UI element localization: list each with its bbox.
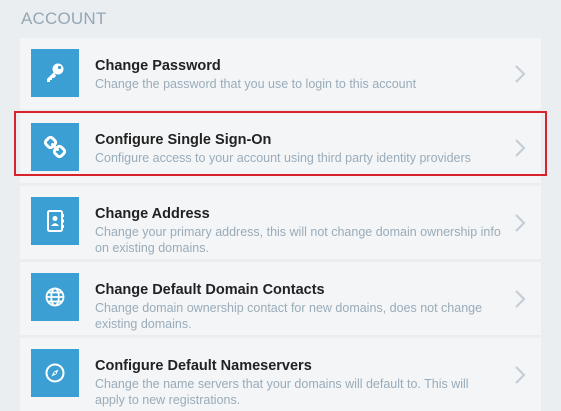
item-description: Change domain ownership contact for new …	[95, 301, 483, 331]
account-settings-list: Change Password Change the password that…	[20, 38, 541, 411]
configure-sso-item[interactable]: Configure Single Sign-On Configure acces…	[20, 112, 541, 183]
change-password-item[interactable]: Change Password Change the password that…	[20, 38, 541, 109]
chevron-right-icon	[515, 64, 526, 83]
item-description: Change your primary address, this will n…	[95, 225, 501, 255]
item-description: Change the password that you use to logi…	[95, 77, 417, 91]
compass-icon	[31, 349, 79, 397]
item-title: Change Default Domain Contacts	[95, 282, 325, 298]
chevron-right-icon	[515, 365, 526, 384]
item-title: Configure Single Sign-On	[95, 132, 272, 148]
key-icon	[31, 49, 79, 97]
configure-default-nameservers-item[interactable]: Configure Default Nameservers Change the…	[20, 338, 541, 411]
chevron-right-icon	[515, 289, 526, 308]
address-book-icon	[31, 197, 79, 245]
chevron-right-icon	[515, 138, 526, 157]
item-title: Change Address	[95, 206, 210, 222]
section-title: ACCOUNT	[21, 9, 107, 28]
change-address-item[interactable]: Change Address Change your primary addre…	[20, 186, 541, 259]
item-description: Configure access to your account using t…	[95, 151, 471, 165]
change-default-domain-contacts-item[interactable]: Change Default Domain Contacts Change do…	[20, 262, 541, 335]
item-title: Change Password	[95, 58, 221, 74]
globe-icon	[31, 273, 79, 321]
item-description: Change the name servers that your domain…	[95, 377, 469, 407]
link-icon	[31, 123, 79, 171]
chevron-right-icon	[515, 213, 526, 232]
item-title: Configure Default Nameservers	[95, 358, 312, 374]
